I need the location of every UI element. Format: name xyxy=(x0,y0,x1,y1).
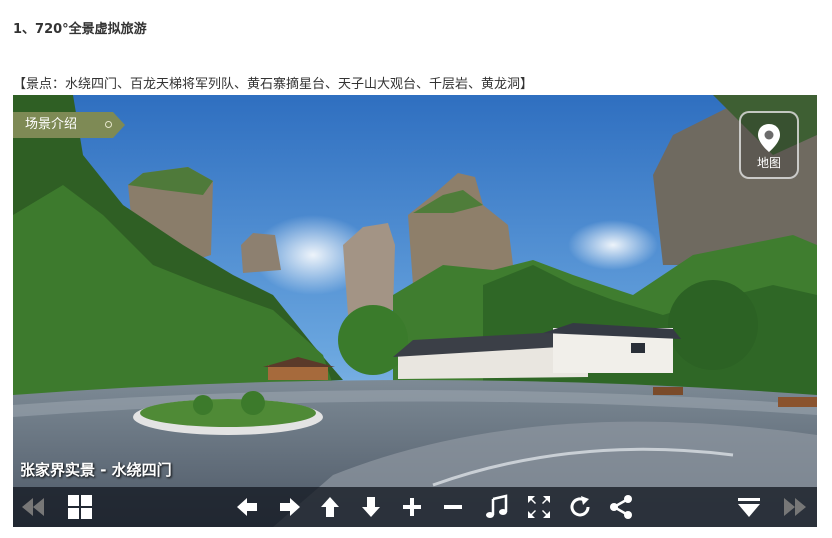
collapse-icon xyxy=(738,498,760,517)
prev-icon xyxy=(22,498,44,516)
share-button[interactable] xyxy=(607,493,635,521)
arrow-right-icon xyxy=(280,498,300,516)
pan-left-button[interactable] xyxy=(233,493,261,521)
zoom-in-button[interactable] xyxy=(398,493,426,521)
share-icon xyxy=(610,495,632,519)
pan-up-button[interactable] xyxy=(316,493,344,521)
collapse-toolbar-button[interactable] xyxy=(735,493,763,521)
rotate-icon xyxy=(570,496,590,517)
map-pin-icon xyxy=(758,124,780,152)
circle-icon xyxy=(105,121,112,128)
spots-list: 【景点：水绕四门、百龙天梯将军列队、黄石寨摘星台、天子山大观台、千层岩、黄龙洞】 xyxy=(13,77,534,92)
thumbnails-button[interactable] xyxy=(66,493,94,521)
map-button[interactable]: 地图 xyxy=(739,111,799,179)
scene-intro-label: 场景介绍 xyxy=(25,117,78,132)
arrow-up-icon xyxy=(321,497,339,517)
scene-title: 张家界实景 - 水绕四门 xyxy=(20,461,172,479)
viewer-toolbar xyxy=(13,487,817,527)
panorama-viewer[interactable]: 场景介绍 地图 张家界实景 - 水绕四门 xyxy=(13,95,817,527)
arrow-left-icon xyxy=(237,498,257,516)
pan-right-button[interactable] xyxy=(276,493,304,521)
thumbnails-icon xyxy=(68,495,92,519)
zoom-in-icon xyxy=(403,498,421,516)
map-label: 地图 xyxy=(756,156,781,170)
pan-down-button[interactable] xyxy=(357,493,385,521)
arrow-down-icon xyxy=(362,497,380,517)
section-heading: 1、720°全景虚拟旅游 xyxy=(13,22,147,37)
auto-rotate-button[interactable] xyxy=(566,493,594,521)
next-icon xyxy=(784,498,806,516)
fullscreen-icon xyxy=(528,496,550,518)
scene-intro-button[interactable]: 场景介绍 xyxy=(13,112,125,138)
music-icon xyxy=(486,494,508,518)
zoom-out-button[interactable] xyxy=(439,493,467,521)
music-button[interactable] xyxy=(483,493,511,521)
zoom-out-icon xyxy=(444,505,462,509)
fullscreen-button[interactable] xyxy=(525,493,553,521)
prev-scene-button[interactable] xyxy=(19,493,47,521)
next-scene-button[interactable] xyxy=(781,493,809,521)
